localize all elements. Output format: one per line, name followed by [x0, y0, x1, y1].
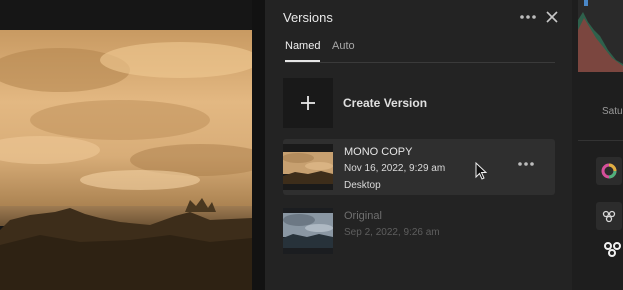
mouse-cursor-icon: [475, 162, 488, 180]
version-date: Sep 2, 2022, 9:26 am: [344, 227, 440, 238]
version-thumbnail: [283, 208, 333, 254]
version-device: Desktop: [344, 180, 381, 191]
color-wheel-icon: [601, 163, 617, 179]
create-tile: [283, 78, 333, 128]
version-thumbnail: [283, 144, 333, 190]
effects-panel-button[interactable]: [596, 202, 622, 230]
tab-named[interactable]: Named: [285, 40, 321, 62]
photo-canvas[interactable]: [0, 0, 265, 290]
tab-auto[interactable]: Auto: [332, 40, 355, 52]
version-name: MONO COPY: [344, 146, 413, 158]
version-tabs: Named Auto: [285, 40, 555, 63]
saturation-label-partial: Satu: [602, 106, 623, 117]
version-date: Nov 16, 2022, 9:29 am: [344, 163, 446, 174]
edit-panel-edge: Satu: [572, 0, 623, 290]
plus-icon: [301, 96, 315, 110]
canvas-gutter: [252, 0, 265, 290]
color-panel-button[interactable]: [596, 157, 622, 185]
sepia-landscape-image: [0, 30, 252, 290]
create-version-label: Create Version: [343, 96, 428, 110]
more-horizontal-icon[interactable]: [517, 157, 535, 171]
more-horizontal-icon[interactable]: [519, 10, 537, 24]
close-icon[interactable]: [545, 9, 559, 25]
panel-title: Versions: [283, 10, 333, 25]
version-item-original[interactable]: Original Sep 2, 2022, 9:26 am: [283, 203, 555, 259]
versions-panel: Versions Named Auto Create Version MONO …: [265, 0, 572, 290]
effects-dots-icon: [604, 242, 621, 257]
histogram: [578, 0, 623, 72]
divider: [578, 140, 623, 141]
create-version-button[interactable]: Create Version: [283, 78, 553, 128]
version-item-mono-copy[interactable]: MONO COPY Nov 16, 2022, 9:29 am Desktop: [283, 139, 555, 195]
version-name: Original: [344, 210, 382, 222]
effects-icon: [602, 210, 616, 223]
